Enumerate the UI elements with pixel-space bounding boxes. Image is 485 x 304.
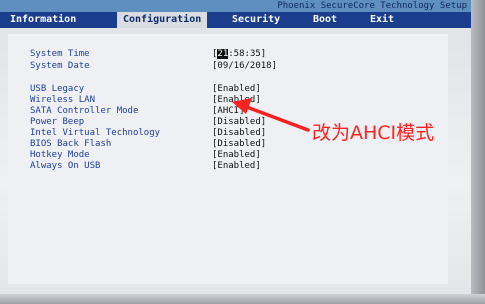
tab-boot[interactable]: Boot <box>313 12 337 28</box>
time-rest: :58:35] <box>228 49 267 59</box>
vendor-title: Phoenix SecureCore Technology Setup <box>0 0 471 12</box>
setting-label: System Time <box>30 49 90 59</box>
setting-value[interactable]: [Enabled] <box>212 84 261 95</box>
setting-value[interactable]: [Enabled] <box>212 161 261 172</box>
setting-label: USB Legacy <box>30 84 85 94</box>
setting-power-beep[interactable]: Power Beep [Disabled] <box>30 117 266 128</box>
setting-label: SATA Controller Mode <box>30 106 139 116</box>
setting-label: Wireless LAN <box>30 95 96 105</box>
setting-wireless-lan[interactable]: Wireless LAN [Enabled] <box>30 95 261 106</box>
setting-value[interactable]: [Disabled] <box>212 139 266 150</box>
annotation-label: 改为AHCI模式 <box>312 122 435 144</box>
setting-label: Always On USB <box>30 161 101 171</box>
setting-label: Intel Virtual Technology <box>30 128 161 138</box>
tab-configuration[interactable]: Configuration <box>117 12 208 28</box>
setting-system-date[interactable]: System Date [09/16/2018] <box>30 61 277 72</box>
setting-label: System Date <box>30 61 90 71</box>
settings-panel: System Time [21:58:35] System Date [09/1… <box>8 34 448 284</box>
setting-value[interactable]: [Enabled] <box>212 150 261 161</box>
setting-always-on-usb[interactable]: Always On USB [Enabled] <box>30 161 261 172</box>
tab-security[interactable]: Security <box>232 12 280 28</box>
setting-intel-virtual-technology[interactable]: Intel Virtual Technology [Disabled] <box>30 128 266 139</box>
setting-hotkey-mode[interactable]: Hotkey Mode [Enabled] <box>30 150 261 161</box>
setting-label: Power Beep <box>30 117 85 127</box>
setting-sata-controller-mode[interactable]: SATA Controller Mode [AHCI] <box>30 106 245 117</box>
setting-system-time[interactable]: System Time [21:58:35] <box>30 49 266 60</box>
tab-information[interactable]: Information <box>10 12 76 28</box>
setting-usb-legacy[interactable]: USB Legacy [Enabled] <box>30 84 261 95</box>
setting-value[interactable]: [09/16/2018] <box>212 61 277 72</box>
tab-exit[interactable]: Exit <box>370 12 394 28</box>
time-hour-selected[interactable]: 21 <box>217 49 229 59</box>
red-arrow-icon <box>232 98 310 132</box>
setting-bios-back-flash[interactable]: BIOS Back Flash [Disabled] <box>30 139 266 150</box>
setting-label: Hotkey Mode <box>30 150 90 160</box>
setting-value[interactable]: [21:58:35] <box>212 49 266 60</box>
setting-label: BIOS Back Flash <box>30 139 112 149</box>
menu-bar: Information Configuration Security Boot … <box>0 12 471 28</box>
monitor-bezel-right <box>471 0 485 304</box>
monitor-bezel-bottom <box>0 294 485 304</box>
